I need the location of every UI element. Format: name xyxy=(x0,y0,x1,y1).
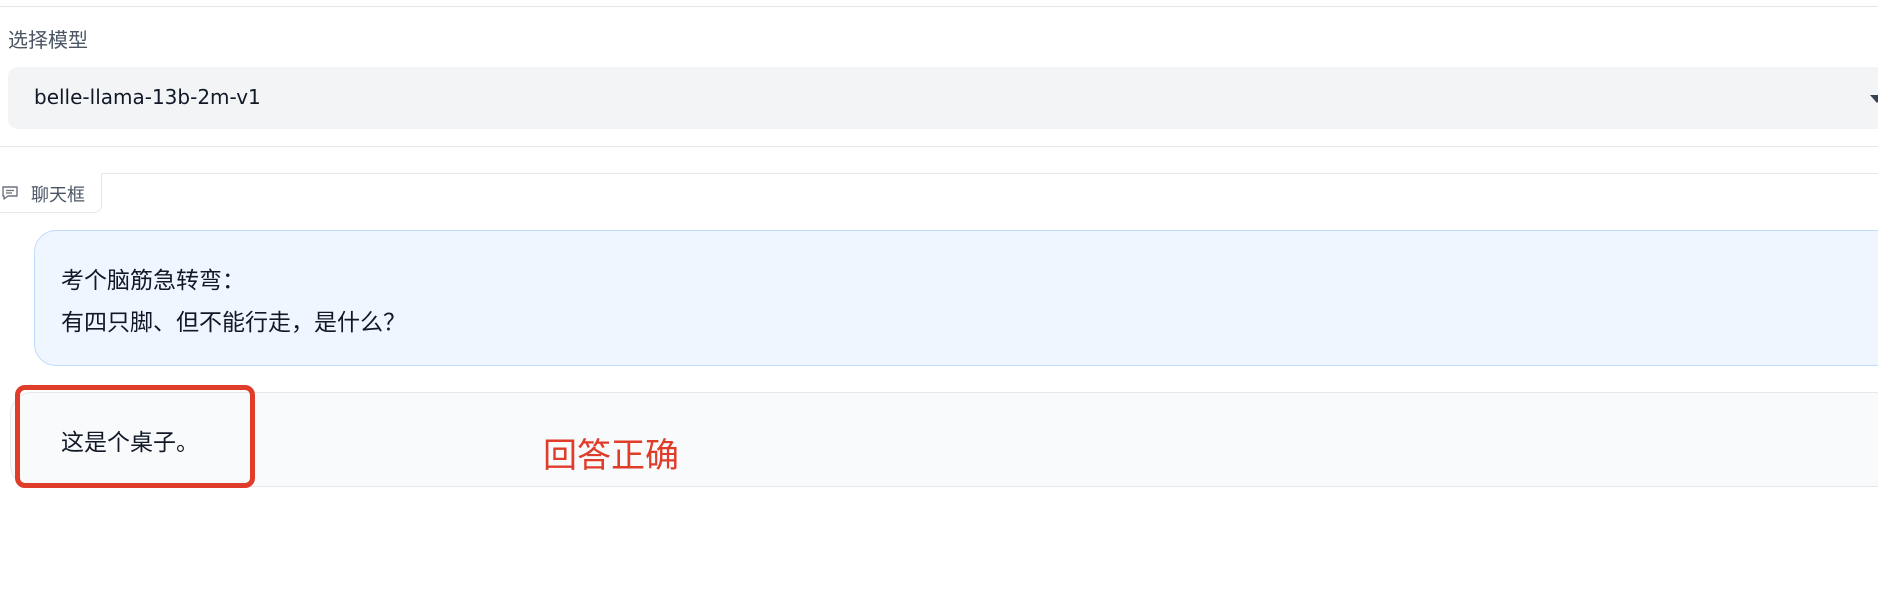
user-message: 考个脑筋急转弯： 有四只脚、但不能行走，是什么？ xyxy=(34,230,1878,366)
user-message-line: 有四只脚、但不能行走，是什么？ xyxy=(61,310,406,336)
chat-icon xyxy=(2,186,18,200)
answer-highlight-box xyxy=(15,385,255,488)
chatbot-tab: 聊天框 xyxy=(0,173,102,213)
answer-annotation: 回答正确 xyxy=(543,436,679,476)
top-divider xyxy=(0,6,1878,7)
chatbot-tab-label: 聊天框 xyxy=(31,185,85,206)
model-dropdown[interactable]: belle-llama-13b-2m-v1 xyxy=(8,67,1878,129)
model-dropdown-value: belle-llama-13b-2m-v1 xyxy=(34,85,261,109)
model-select-label: 选择模型 xyxy=(8,28,88,52)
bot-message: 这是个桌子。 xyxy=(10,392,1878,487)
chevron-down-icon[interactable] xyxy=(1870,95,1878,103)
user-message-line: 考个脑筋急转弯： xyxy=(61,268,245,294)
section-divider xyxy=(0,146,1878,147)
